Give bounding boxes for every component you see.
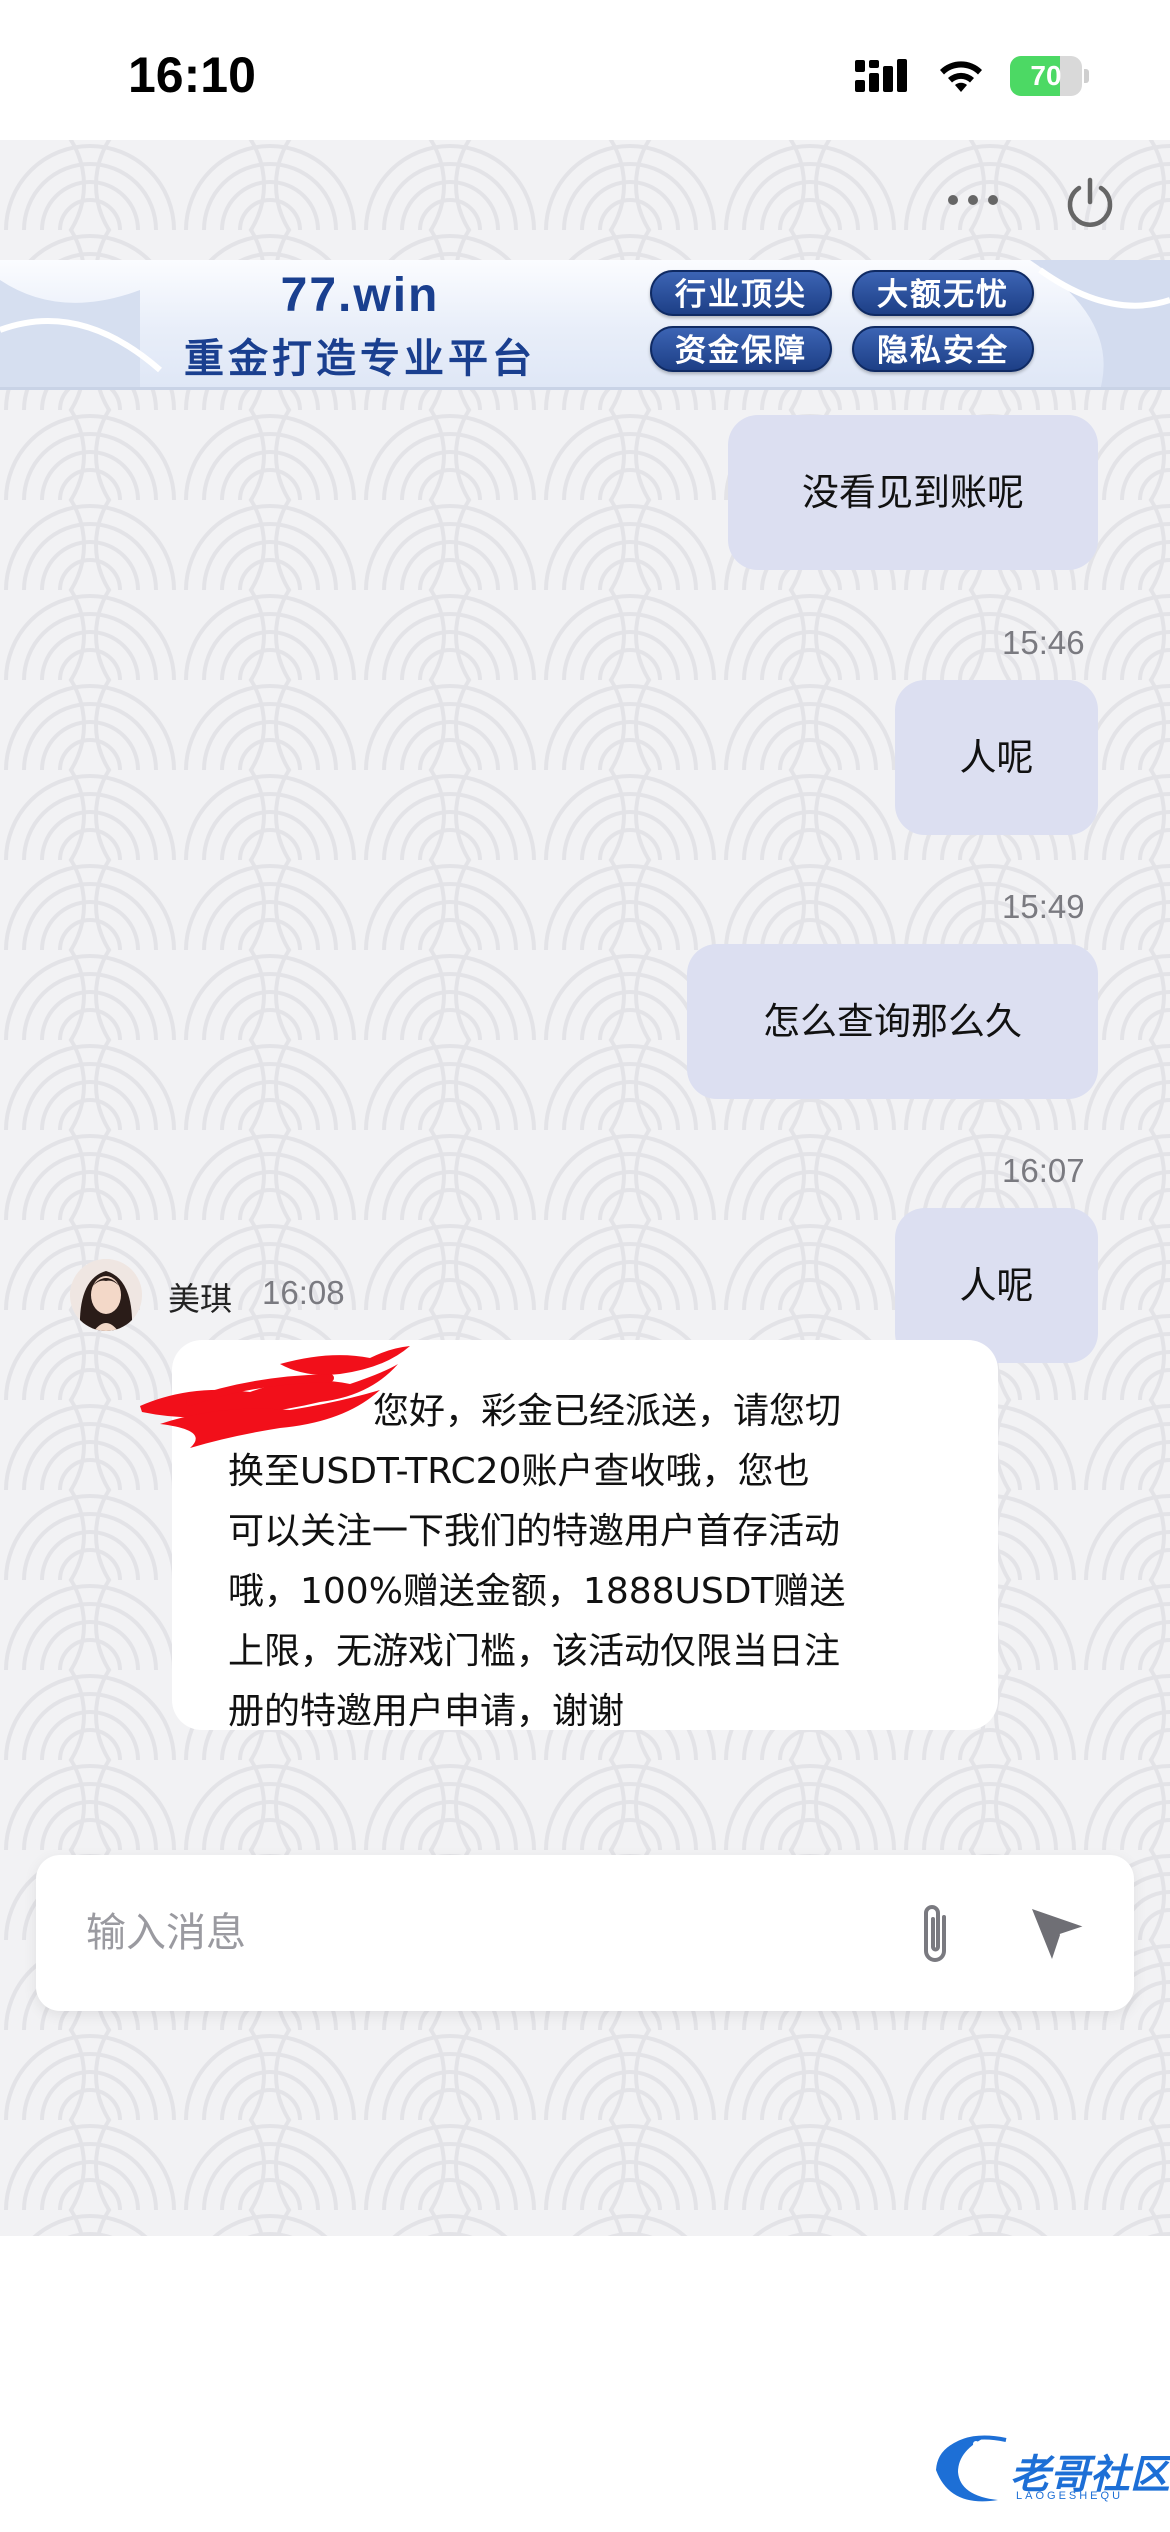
banner-title: 77.win (280, 269, 440, 322)
battery-charging-icon: 70 (1010, 56, 1090, 96)
message-composer (36, 1855, 1134, 2011)
banner-badge[interactable]: 大额无忧 (852, 270, 1034, 316)
message-timestamp: 16:07 (1002, 1152, 1085, 1189)
outgoing-message-bubble[interactable]: 没看见到账呢 (728, 415, 1098, 570)
cellular-signal-icon (855, 59, 907, 92)
message-line: 册的特邀用户申请，谢谢 (228, 1691, 625, 1732)
message-timestamp: 15:49 (1002, 888, 1085, 925)
message-line: 可以关注一下我们的特邀用户首存活动 (228, 1511, 841, 1552)
wifi-icon (940, 61, 982, 92)
power-icon[interactable] (1063, 176, 1117, 230)
outgoing-message-bubble[interactable]: 怎么查询那么久 (687, 944, 1098, 1099)
avatar-image (70, 1259, 142, 1331)
chat-toolbar (0, 140, 1170, 260)
agent-name: 美琪 (168, 1280, 233, 1318)
banner-subtitle: 重金打造专业平台 (184, 336, 536, 382)
agent-avatar[interactable] (70, 1259, 142, 1331)
watermark-subtext: LAOGESHEQU (1016, 2490, 1124, 2502)
more-icon[interactable] (945, 190, 1001, 210)
banner-badge[interactable]: 隐私安全 (852, 326, 1034, 372)
promo-banner[interactable]: 77.win 重金打造专业平台 行业顶尖 大额无忧 资金保障 隐私安全 (0, 260, 1170, 390)
redaction-scribble (140, 1346, 410, 1448)
status-bar: 16:10 70 (0, 0, 1170, 140)
message-line: 哦，100%赠送金额，1888USDT赠送 (228, 1571, 846, 1612)
message-timestamp: 16:08 (262, 1274, 345, 1311)
status-time: 16:10 (128, 47, 256, 103)
banner-badge[interactable]: 行业顶尖 (650, 270, 832, 316)
message-input[interactable] (86, 1897, 886, 1969)
battery-percent: 70 (1030, 60, 1062, 91)
message-timestamp: 15:46 (1002, 624, 1085, 661)
outgoing-message-bubble[interactable]: 人呢 (895, 680, 1098, 835)
message-line: 上限，无游戏门槛，该活动仅限当日注 (228, 1631, 841, 1672)
send-icon[interactable] (1026, 1901, 1088, 1963)
banner-badge[interactable]: 资金保障 (650, 326, 832, 372)
paperclip-icon[interactable] (908, 1899, 964, 1971)
